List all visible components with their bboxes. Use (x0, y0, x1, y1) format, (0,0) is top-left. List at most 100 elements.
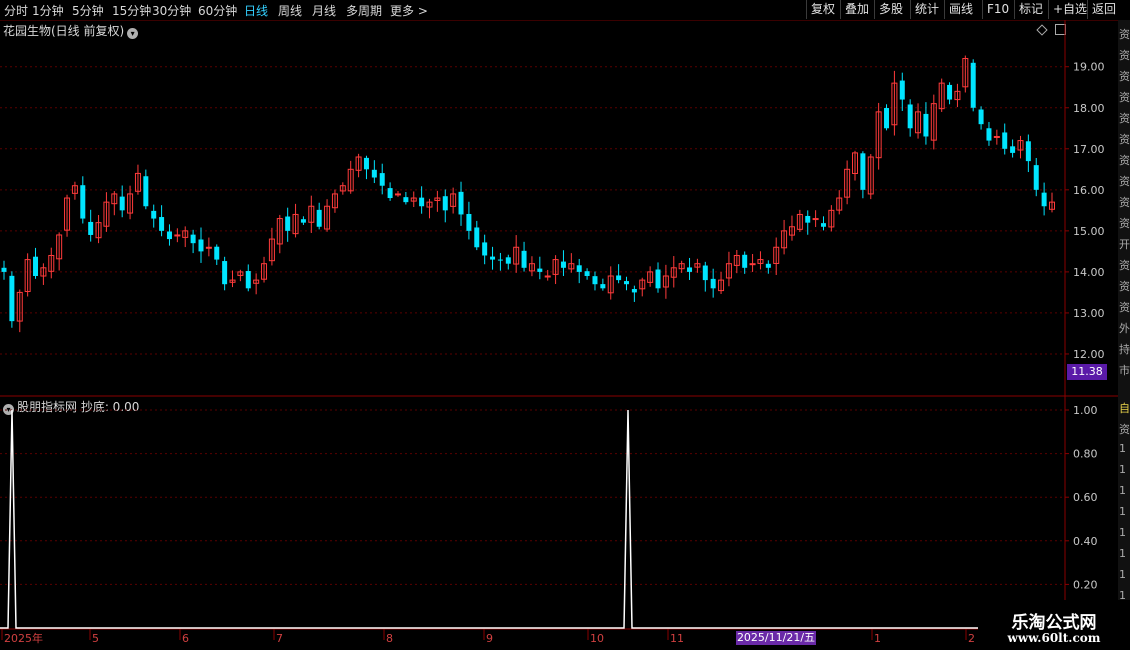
candle-body (600, 284, 606, 289)
candle-body (474, 227, 480, 248)
candle-body (166, 231, 172, 240)
candle-body (497, 259, 503, 261)
strip-char: 资 (1119, 196, 1130, 209)
candle-body (285, 216, 291, 231)
candle-body (765, 263, 771, 268)
date-tick-label: 7 (276, 632, 283, 645)
candle-body (592, 276, 598, 285)
candle-body (190, 234, 196, 244)
candle-body (245, 271, 251, 289)
strip-char: 资 (1119, 423, 1130, 436)
candle-body (466, 213, 472, 231)
date-tick-label: 10 (590, 632, 604, 645)
candle-body (537, 268, 543, 272)
candle-body (9, 275, 15, 322)
candle-body (749, 263, 756, 266)
strip-char: 资 (1119, 154, 1130, 167)
strip-char: 市 (1119, 364, 1130, 377)
watermark-title: 乐淘公式网 (1011, 613, 1097, 633)
strip-char: 1 (1119, 442, 1126, 455)
price-tick-label: 16.00 (1073, 184, 1105, 197)
price-tick-label: 12.00 (1073, 348, 1105, 361)
candle-body (978, 109, 984, 125)
candle-body (442, 196, 448, 211)
date-tick-label: 1 (874, 632, 881, 645)
candle-body (812, 218, 819, 221)
strip-char: 资 (1119, 280, 1130, 293)
strip-char: 资 (1119, 70, 1130, 83)
candle-body (884, 108, 890, 129)
strip-char: 1 (1119, 547, 1126, 560)
candle-body (379, 173, 385, 186)
date-tick-label: 2 (968, 632, 975, 645)
candle-body (576, 265, 582, 272)
candle-body (1010, 146, 1016, 153)
strip-char: 资 (1119, 175, 1130, 188)
candle-body (616, 275, 622, 281)
price-tick-label: 18.00 (1073, 102, 1105, 115)
candle-body (1, 267, 7, 272)
strip-char: 资 (1119, 133, 1130, 146)
indicator-tick-label: 0.80 (1073, 448, 1098, 461)
candle-body (505, 257, 511, 264)
candle-body (986, 128, 992, 141)
candle-body (482, 242, 488, 256)
candle-body (655, 269, 661, 289)
strip-char: 1 (1119, 463, 1126, 476)
candle-body (159, 217, 165, 231)
candle-body (490, 256, 496, 260)
candle-body (222, 261, 228, 285)
candle-body (560, 261, 566, 268)
candle-body (899, 80, 905, 100)
strip-char: 资 (1119, 112, 1130, 125)
candle-body (702, 265, 708, 281)
price-tick-label: 19.00 (1073, 61, 1105, 74)
candle-body (33, 256, 39, 276)
candle-body (1033, 165, 1039, 190)
candle-body (923, 113, 929, 137)
watermark-logo: 乐淘公式网 www.60lt.com (978, 600, 1130, 650)
candle-body (544, 275, 551, 278)
date-tick-label: 2025年 (4, 631, 43, 645)
strip-char: 1 (1119, 526, 1126, 539)
date-tick-label: 9 (486, 632, 493, 645)
strip-char: 资 (1119, 259, 1130, 272)
candle-body (88, 221, 94, 235)
candle-body (403, 197, 409, 203)
candle-body (710, 278, 716, 289)
candle-body (1025, 141, 1031, 162)
candle-body (214, 246, 220, 260)
date-cursor-label: 2025/11/21/五 (736, 631, 816, 645)
candle-body (363, 157, 369, 170)
candle-body (521, 250, 527, 268)
date-tick-label: 6 (182, 632, 189, 645)
candle-body (860, 153, 866, 190)
candle-body (316, 209, 322, 227)
strip-char: 自 (1119, 402, 1130, 415)
indicator-tick-label: 0.20 (1073, 578, 1098, 591)
price-tick-label: 13.00 (1073, 307, 1105, 320)
candle-body (907, 104, 913, 129)
candle-body (947, 84, 953, 100)
candle-body (80, 185, 86, 219)
price-tick-label: 15.00 (1073, 225, 1105, 238)
indicator-tick-label: 1.00 (1073, 404, 1098, 417)
candle-body (805, 215, 811, 223)
candle-body (742, 254, 748, 268)
strip-char: 持 (1119, 343, 1130, 356)
candle-body (119, 196, 125, 211)
strip-char: 资 (1119, 301, 1130, 314)
price-tick-label: 14.00 (1073, 266, 1105, 279)
strip-char: 1 (1119, 505, 1126, 518)
candle-body (631, 289, 637, 293)
strip-char: 资 (1119, 28, 1130, 41)
strip-char: 资 (1119, 217, 1130, 230)
chart-canvas[interactable]: 19.00 18.00 17.00 16.00 15.00 14.00 13.00 12.00… (0, 0, 1130, 650)
right-info-strip: 资资资资资资资资资资开资资资外持市自资11111111 (1118, 20, 1130, 630)
candle-body (687, 267, 693, 272)
candle-body (993, 135, 1000, 138)
strip-char: 1 (1119, 568, 1126, 581)
candle-body (387, 188, 393, 199)
candle-body (1041, 192, 1047, 207)
date-tick-label: 11 (670, 632, 684, 645)
